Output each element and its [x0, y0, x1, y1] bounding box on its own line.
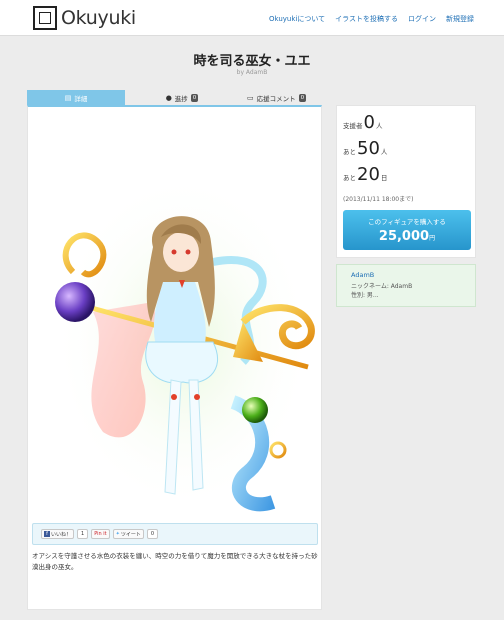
buy-button-label: このフィギュアを購入する — [368, 218, 446, 226]
remaining-people-unit: 人 — [380, 148, 388, 156]
nav-signup-link[interactable]: 新規登録 — [446, 14, 474, 24]
remaining-days-count: 20 — [357, 164, 380, 185]
twitter-icon: ✦ — [115, 531, 120, 537]
deadline-text: (2013/11/11 18:00まで) — [343, 196, 414, 203]
facebook-like-button[interactable]: f いいね！ — [41, 529, 75, 539]
nav-about-link[interactable]: Okuyukiについて — [269, 14, 325, 24]
owner-nickname: ニックネーム: AdamB — [351, 283, 413, 290]
remaining-people-count: 50 — [357, 138, 380, 159]
tab-comments-badge: 0 — [298, 93, 307, 102]
tab-comments[interactable]: ▭ 応援コメント 0 — [231, 90, 322, 105]
header-nav: Okuyukiについて イラストを投稿する ログイン 新規登録 — [269, 14, 474, 24]
tab-comments-label: 応援コメント — [256, 94, 296, 103]
site-header: Okuyuki Okuyukiについて イラストを投稿する ログイン 新規登録 — [0, 0, 504, 36]
remaining-days-unit: 日 — [380, 174, 388, 182]
supporters-unit: 人 — [375, 122, 383, 130]
page-title: 時を司る巫女・ユエ — [193, 54, 311, 69]
item-description: オアシスを守護させる水色の衣装を纏い、時空の力を借りて魔力を開放できる大きな杖を… — [32, 552, 318, 571]
tab-progress-badge: 0 — [190, 93, 199, 102]
supporters-count: 0 — [363, 112, 375, 133]
pinterest-label: Pin it — [94, 531, 107, 537]
supporters-stat: 支援者 0 人 — [343, 114, 382, 132]
facebook-like-label: いいね！ — [51, 531, 72, 538]
character-illustration — [53, 172, 315, 512]
tweet-count: 0 — [146, 529, 159, 539]
logo-icon — [33, 6, 57, 30]
facebook-like-count: 1 — [77, 529, 89, 539]
nav-login-link[interactable]: ログイン — [408, 14, 436, 24]
detail-tabs: ▤ 詳細 ● 進捗 0 ▭ 応援コメント 0 — [27, 90, 322, 105]
speech-bubble-icon: ▭ — [246, 93, 254, 102]
social-share-bar: f いいね！ 1 Pin it ✦ ツイート 0 — [32, 523, 318, 545]
tab-progress[interactable]: ● 進捗 0 — [139, 90, 225, 105]
nav-post-illustration-link[interactable]: イラストを投稿する — [335, 14, 398, 24]
facebook-icon: f — [44, 531, 50, 537]
price-unit: 円 — [429, 235, 436, 242]
remaining-people-prefix: あと — [343, 148, 356, 156]
tweet-label: ツイート — [120, 531, 141, 538]
owner-panel: AdamB ニックネーム: AdamB 性別: 男... — [336, 264, 476, 307]
remaining-days-stat: あと 20 日 — [343, 166, 387, 184]
owner-gender: 性別: 男... — [351, 292, 379, 299]
price: 25,000円 — [343, 229, 471, 244]
price-value: 25,000 — [378, 229, 430, 244]
tab-detail[interactable]: ▤ 詳細 — [27, 90, 125, 105]
detail-panel: f いいね！ 1 Pin it ✦ ツイート 0 オアシスを守護させる水色の衣装… — [27, 105, 322, 610]
tab-progress-label: 進捗 — [174, 94, 188, 103]
supporters-prefix: 支援者 — [343, 122, 363, 130]
owner-name-link[interactable]: AdamB — [351, 271, 374, 279]
remaining-days-prefix: あと — [343, 174, 356, 182]
pinterest-button[interactable]: Pin it — [91, 529, 110, 539]
support-panel: 支援者 0 人 あと 50 人 あと 20 日 (2013/11/11 18:0… — [336, 105, 476, 258]
tweet-button[interactable]: ✦ ツイート — [112, 529, 144, 539]
site-logo[interactable]: Okuyuki — [33, 5, 136, 31]
remaining-people-stat: あと 50 人 — [343, 140, 387, 158]
check-circle-icon: ● — [165, 93, 172, 102]
document-icon: ▤ — [64, 93, 72, 102]
author-byline[interactable]: by AdamB — [0, 69, 504, 76]
logo-text: Okuyuki — [61, 7, 136, 29]
tab-detail-label: 詳細 — [74, 94, 88, 103]
buy-figure-button[interactable]: このフィギュアを購入する 25,000円 — [343, 210, 471, 250]
